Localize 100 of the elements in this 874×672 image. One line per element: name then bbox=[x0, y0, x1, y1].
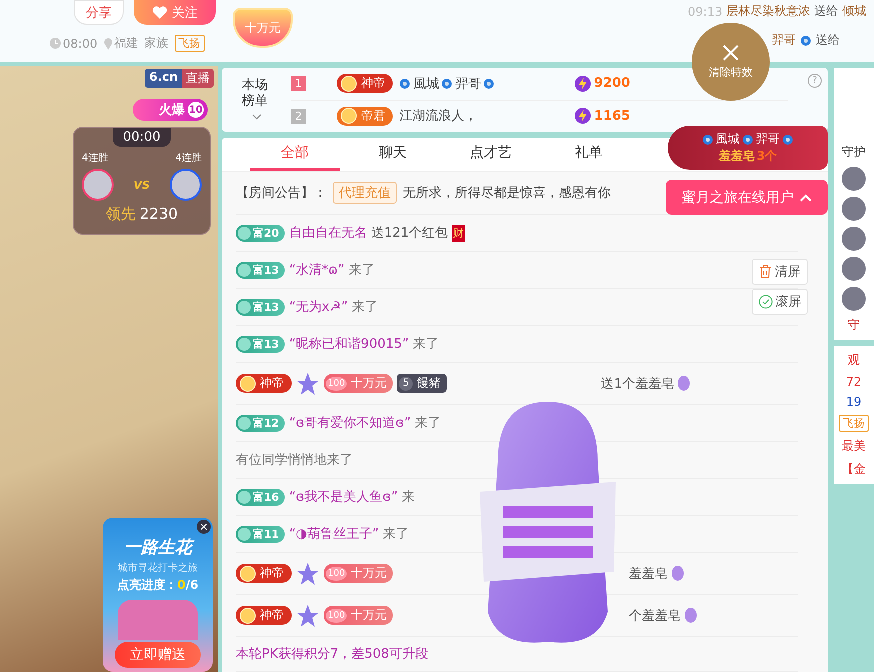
wealth-level-badge: 富12 bbox=[236, 414, 286, 432]
chat-tab[interactable]: 点才艺 bbox=[446, 138, 536, 171]
noble-badge: 神帝 bbox=[236, 606, 292, 625]
noble-badge: 神帝 bbox=[236, 564, 292, 583]
family-tag: 飞扬 bbox=[839, 415, 869, 432]
heart-badge: 100 十万元 bbox=[324, 606, 394, 625]
ranking-title[interactable]: 本场榜单 bbox=[242, 78, 270, 132]
avatar bbox=[842, 167, 866, 191]
wealth-level-badge: 富13 bbox=[236, 262, 286, 278]
chat-tab[interactable]: 礼单 bbox=[544, 138, 634, 171]
heart-badge: 100 十万元 bbox=[324, 564, 394, 583]
wealth-level-badge: 富13 bbox=[236, 298, 286, 316]
chevron-up-icon bbox=[800, 194, 812, 202]
soap-icon bbox=[685, 608, 698, 623]
user-name[interactable]: “无为x☭” bbox=[289, 298, 348, 316]
family-label: 家族 bbox=[144, 35, 169, 52]
user-name: 羿哥 bbox=[756, 131, 780, 148]
progress-done: 0 bbox=[177, 578, 186, 592]
swirl-icon bbox=[441, 78, 454, 90]
message-text: 来了 bbox=[413, 336, 440, 353]
lightning-icon bbox=[575, 108, 592, 124]
receiver-name: 倾城 bbox=[842, 3, 867, 20]
feed-verb: 送给 bbox=[814, 3, 839, 20]
close-icon bbox=[723, 44, 739, 60]
user-name[interactable]: 風城 bbox=[413, 74, 440, 93]
side-note: 【金 bbox=[842, 461, 866, 478]
win-streak: 4连胜 bbox=[82, 152, 108, 165]
follow-button[interactable]: 关注 bbox=[134, 0, 216, 25]
watch-count: 72 bbox=[846, 375, 862, 389]
pk-timer: 00:00 bbox=[113, 128, 171, 147]
wealth-level-badge: 富16 bbox=[236, 488, 286, 506]
message-text: 有位同学悄悄地来了 bbox=[236, 452, 353, 469]
announcement-text: 无所求，所得尽都是惊喜，感恩有你 bbox=[403, 185, 611, 202]
user-name[interactable]: 自由自在无名 bbox=[289, 224, 368, 242]
side-note: 最美 bbox=[842, 438, 866, 455]
score: 9200 bbox=[594, 76, 630, 92]
activity-card[interactable]: 一路生花 城市寻花打卡之旅 点亮进度：0/6 立即赠送 bbox=[103, 518, 213, 672]
message-text: 来了 bbox=[383, 526, 410, 543]
swirl-icon bbox=[782, 134, 794, 146]
avatar bbox=[82, 169, 114, 201]
rank-number: 2 bbox=[291, 108, 306, 124]
user-name[interactable]: 羿哥 bbox=[455, 74, 482, 93]
user-name[interactable]: “ɞ哥有爱你不知道ɞ” bbox=[289, 414, 412, 432]
swirl-icon bbox=[483, 78, 496, 90]
share-button[interactable]: 分享 bbox=[74, 0, 124, 25]
message-text: 来了 bbox=[348, 262, 375, 279]
avatar bbox=[842, 287, 866, 311]
online-users-button[interactable]: 蜜月之旅在线用户 bbox=[666, 180, 828, 215]
chat-tab[interactable]: 聊天 bbox=[348, 138, 438, 171]
heat-badge: 火爆 10 bbox=[133, 99, 208, 121]
avatar bbox=[842, 227, 866, 251]
progress-label: 点亮进度： bbox=[117, 578, 178, 592]
user-name[interactable]: 江湖流浪人， bbox=[399, 107, 478, 126]
close-icon[interactable] bbox=[197, 520, 211, 534]
activity-subtitle: 城市寻花打卡之旅 bbox=[118, 562, 198, 575]
score: 1165 bbox=[594, 108, 630, 124]
message-text: 送1个羞羞皂 bbox=[601, 376, 674, 392]
message-text: 来了 bbox=[415, 415, 442, 432]
gift-name: 羞羞皂 bbox=[718, 148, 755, 165]
heart-icon bbox=[152, 6, 168, 20]
system-message: 本轮PK获得积分7，差508可升段 bbox=[236, 646, 428, 663]
lead-label: 领先 bbox=[106, 205, 136, 224]
avatar bbox=[170, 169, 202, 201]
site-logo: 6.cn bbox=[145, 69, 182, 88]
swirl-icon bbox=[742, 134, 754, 146]
noble-badge: 神帝 bbox=[337, 74, 394, 94]
clock-icon bbox=[50, 38, 61, 49]
chevron-down-icon[interactable] bbox=[252, 114, 262, 120]
sender-name: 羿哥 bbox=[772, 32, 796, 49]
user-name[interactable]: “◑葫鲁丝王子” bbox=[289, 525, 380, 543]
heart-badge: 100 十万元 bbox=[324, 374, 394, 393]
star-icon bbox=[296, 604, 320, 628]
progress-total: /6 bbox=[186, 578, 199, 592]
send-gift-button[interactable]: 立即赠送 bbox=[115, 642, 201, 668]
feed-verb: 送给 bbox=[816, 32, 840, 49]
user-name[interactable]: “ɞ我不是美人鱼ɞ” bbox=[289, 488, 398, 506]
user-name[interactable]: “水清*ɷ” bbox=[289, 261, 345, 279]
soap-icon bbox=[678, 376, 690, 391]
guard-tab[interactable]: 守护 bbox=[842, 144, 866, 161]
sender-name: 层林尽染秋意浓 bbox=[726, 3, 811, 20]
clear-screen-button[interactable]: 清屏 bbox=[752, 259, 808, 285]
soap-icon bbox=[672, 566, 684, 581]
message-text: 个羞羞皂 bbox=[629, 608, 682, 624]
rank-number: 1 bbox=[291, 76, 306, 92]
star-icon bbox=[296, 372, 320, 396]
lightning-icon bbox=[575, 76, 592, 92]
noble-badge: 帝君 bbox=[337, 106, 394, 126]
guard-more[interactable]: 守 bbox=[848, 317, 860, 334]
wealth-level-badge: 富20 bbox=[236, 224, 286, 242]
watch-label: 观 bbox=[848, 352, 860, 369]
scroll-button[interactable]: 滚屏 bbox=[752, 289, 808, 315]
location-text: 福建 bbox=[104, 35, 139, 52]
user-name[interactable]: “昵称已和谐90015” bbox=[289, 335, 410, 353]
message-text: 羞羞皂 bbox=[629, 566, 668, 582]
swirl-icon bbox=[399, 78, 412, 90]
wealth-level-badge: 富13 bbox=[236, 336, 286, 352]
wealth-level-badge: 富11 bbox=[236, 526, 286, 542]
swirl-icon bbox=[800, 34, 812, 46]
gift-badge: 十万元 bbox=[233, 8, 293, 48]
star-icon bbox=[296, 562, 320, 586]
